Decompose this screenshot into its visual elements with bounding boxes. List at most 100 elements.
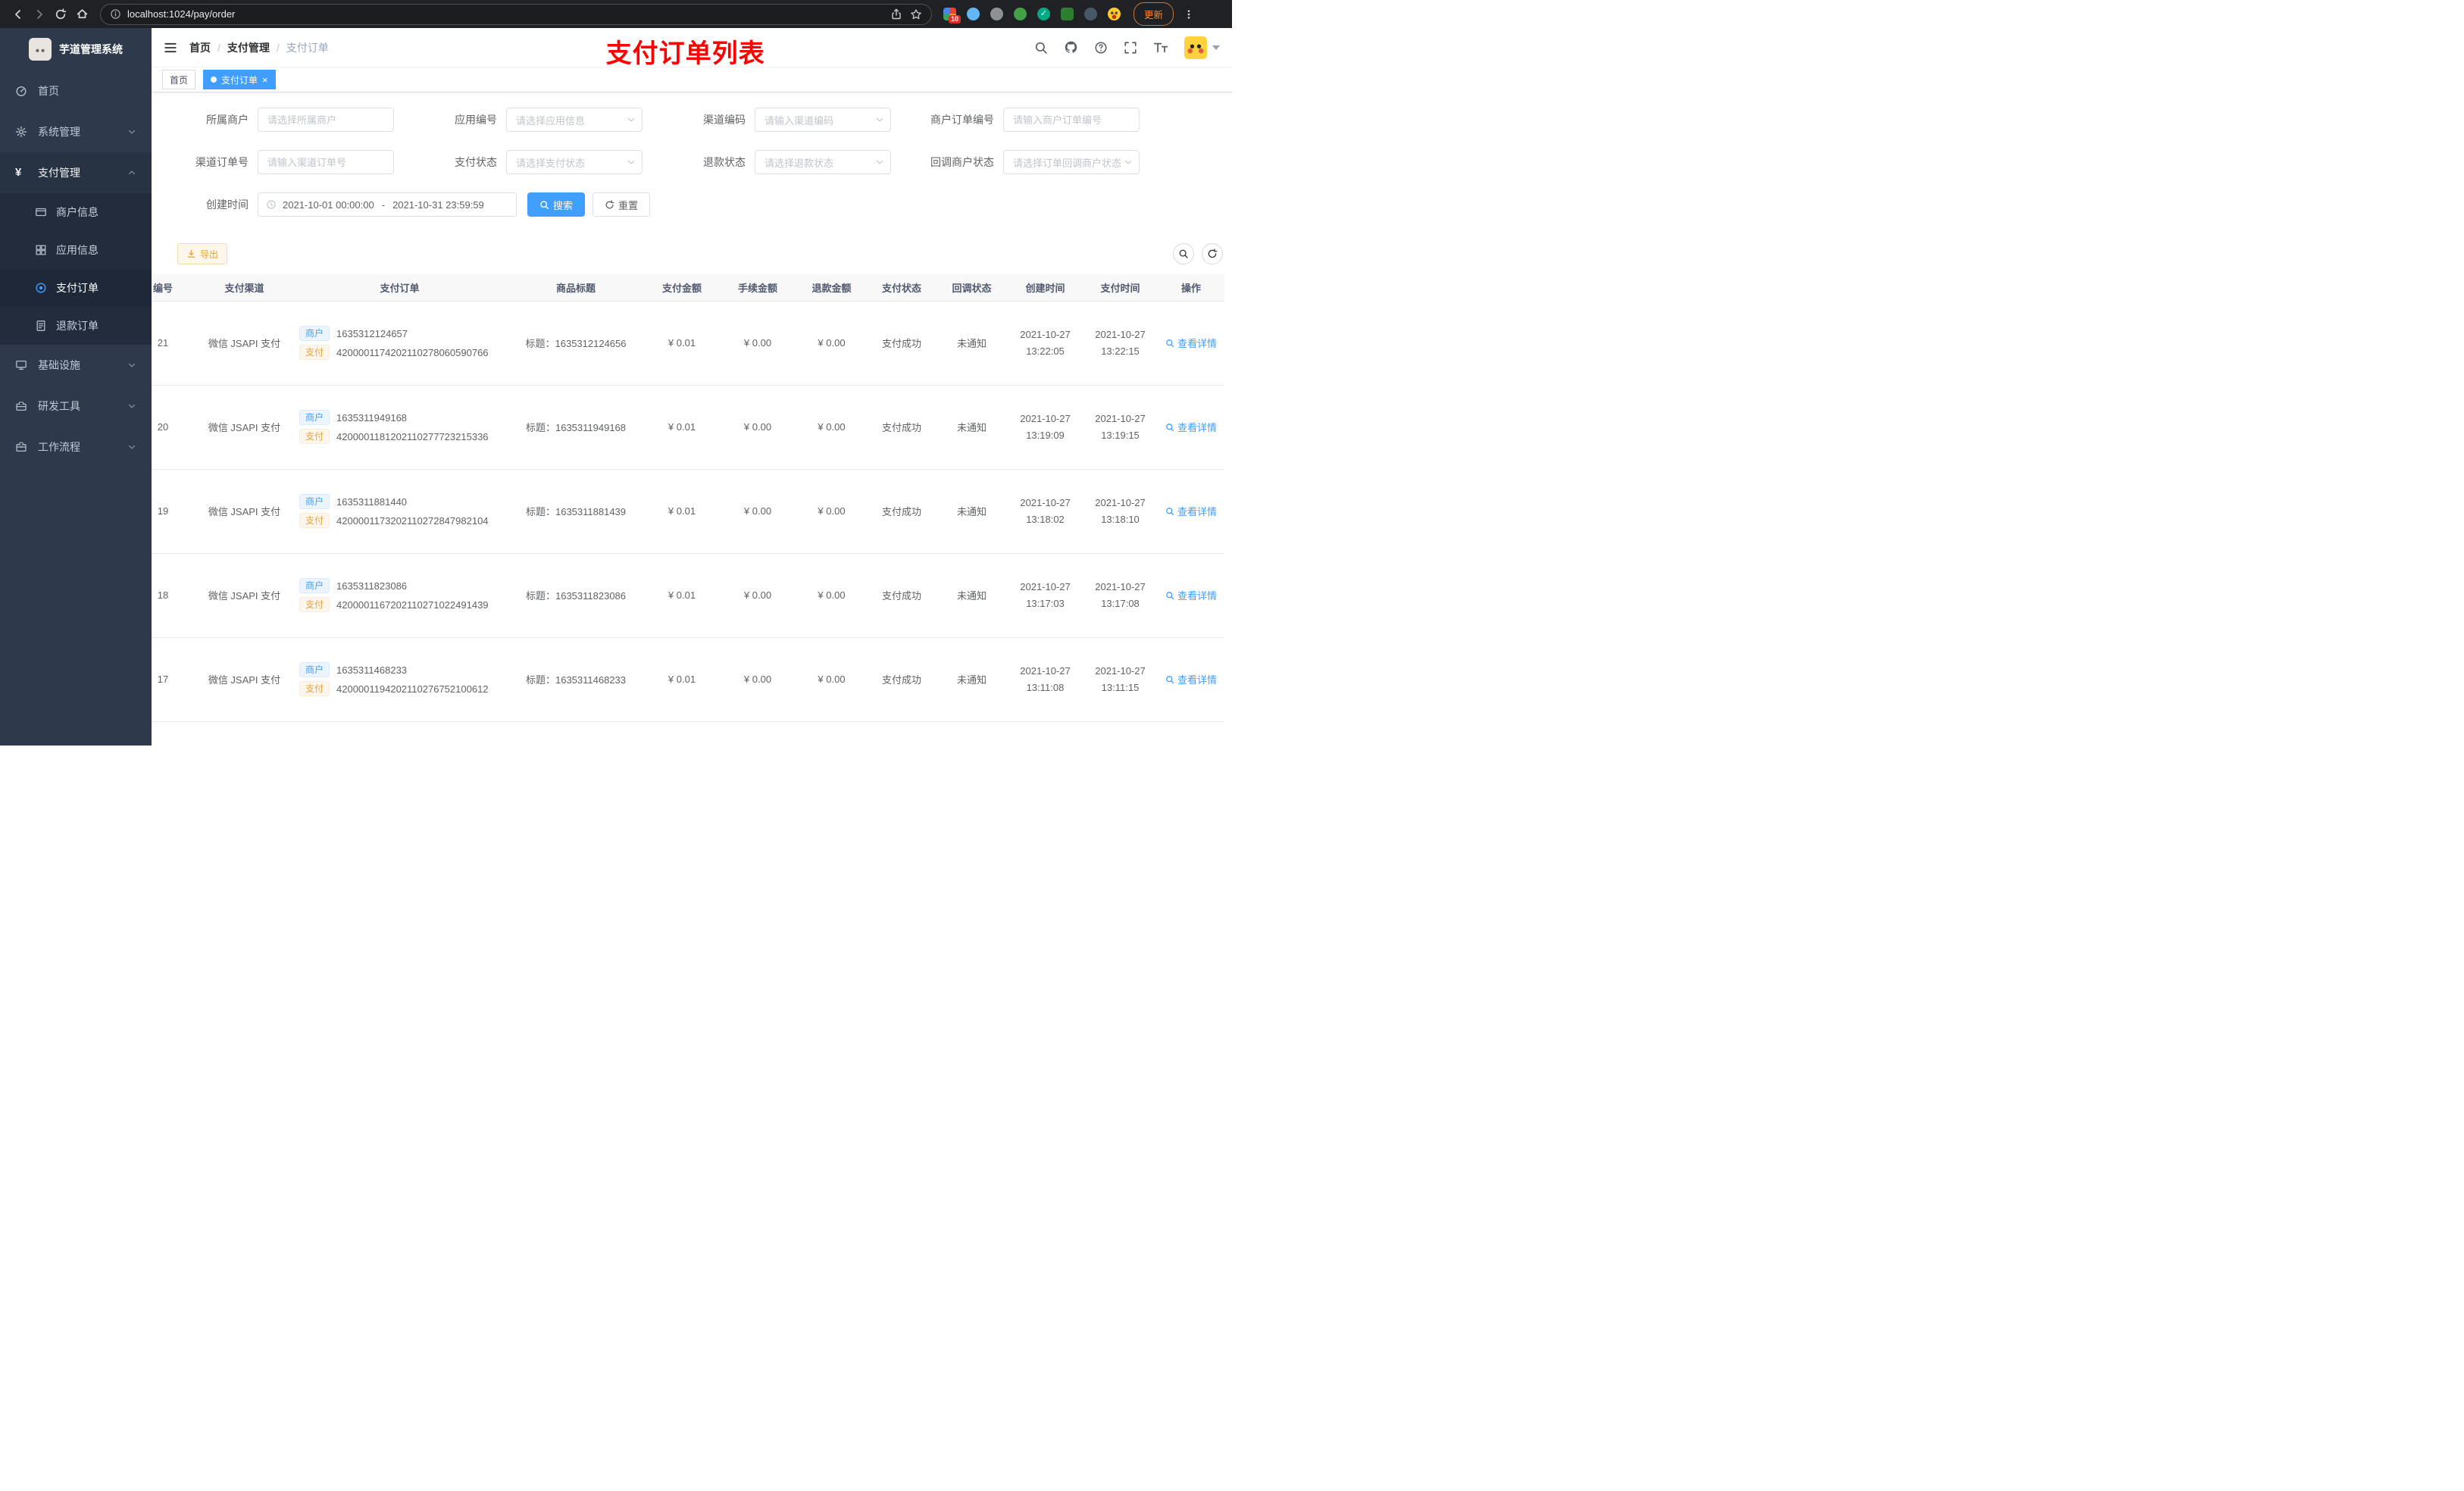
table-row: 16 商户 1635311375786 支付 标题： 查看详情 (152, 721, 1224, 746)
breadcrumb-payment[interactable]: 支付管理 (227, 40, 270, 55)
table-row: 17 微信 JSAPI 支付 商户 1635311468233 支付 42000… (152, 637, 1224, 722)
sidebar-toggle-icon[interactable] (152, 41, 189, 55)
ext-colorful-icon[interactable]: 10 (943, 8, 961, 23)
sidebar-item-home[interactable]: 首页 (0, 70, 152, 111)
reload-icon[interactable] (50, 4, 71, 25)
merchant-order-no: 1635311881440 (336, 495, 408, 508)
tab-home[interactable]: 首页 (162, 70, 196, 89)
select-placeholder: 请选择支付状态 (516, 157, 586, 169)
forward-icon[interactable] (29, 4, 50, 25)
view-detail-link[interactable]: 查看详情 (1165, 504, 1217, 518)
view-detail-link[interactable]: 查看详情 (1165, 336, 1217, 350)
pay-status-label: 支付状态 (455, 156, 497, 168)
create-time: 2021-10-27 13:22:05 (1008, 301, 1083, 386)
col-status: 支付状态 (868, 274, 936, 302)
pay-badge: 支付 (299, 345, 330, 360)
channel-order-no-input[interactable] (258, 150, 394, 174)
chevron-down-icon (875, 158, 884, 167)
breadcrumb-home[interactable]: 首页 (189, 40, 211, 55)
view-detail-link[interactable]: 查看详情 (1165, 672, 1217, 686)
sidebar-item-label: 基础设施 (38, 359, 80, 371)
search-form: 所属商户 应用编号 请选择应用信息 渠道编码 请输入渠道编码 (152, 92, 1232, 235)
view-detail-label: 查看详情 (1177, 338, 1217, 349)
col-fee: 手续金额 (720, 274, 796, 302)
create-time-range-picker[interactable]: 2021-10-01 00:00:00 - 2021-10-31 23:59:5… (258, 192, 517, 217)
title-value: 1635311823086 (555, 590, 627, 602)
reset-button[interactable]: 重置 (593, 192, 651, 217)
bookmark-star-icon[interactable] (910, 8, 922, 20)
browser-menu-icon[interactable] (1178, 4, 1199, 25)
notify-status (936, 721, 1008, 746)
ext-blue-icon[interactable] (967, 8, 980, 20)
col-pay-order: 支付订单 (292, 274, 508, 302)
pay-order-cell: 商户 1635311823086 支付 42000011672021102710… (292, 553, 508, 638)
pay-amount: ¥ 0.01 (644, 637, 720, 722)
view-detail-link[interactable]: 查看详情 (1165, 420, 1217, 434)
export-button[interactable]: 导出 (177, 243, 228, 264)
col-notify: 回调状态 (936, 274, 1008, 302)
app-logo[interactable]: 芋道管理系统 (0, 28, 152, 70)
create-time-label: 创建时间 (206, 198, 249, 211)
ext-green-icon[interactable] (1014, 8, 1027, 20)
refund-amount: ¥ 0.00 (796, 301, 868, 386)
merchant-input[interactable] (258, 108, 394, 132)
share-icon[interactable] (890, 8, 902, 20)
title-prefix: 标题： (525, 422, 555, 433)
pay-order-no: 4200001181202110277723215336 (336, 430, 489, 442)
title-value: 1635311949168 (555, 422, 627, 433)
font-size-icon[interactable] (1153, 41, 1168, 55)
sidebar-item-system[interactable]: 系统管理 (0, 111, 152, 152)
ext-dark-icon[interactable] (1084, 8, 1097, 20)
close-icon[interactable]: × (262, 75, 268, 85)
ext-badge: 10 (948, 15, 961, 23)
order-id: 19 (152, 469, 197, 554)
action-cell: 查看详情 (1158, 469, 1224, 554)
view-detail-link[interactable]: 查看详情 (1165, 588, 1217, 602)
url-text[interactable]: localhost:1024/pay/order (127, 8, 883, 20)
sidebar-item-label: 退款订单 (56, 320, 98, 332)
search-button-label: 搜索 (553, 199, 574, 211)
sidebar-menu: 首页 系统管理 ¥ 支付管理 商户信息 应用信息 支付订单 退款订单 基础设施 … (0, 70, 152, 467)
sidebar-item-app-info[interactable]: 应用信息 (0, 231, 152, 269)
back-icon[interactable] (8, 4, 29, 25)
date-start[interactable]: 2021-10-01 00:00:00 (283, 199, 374, 211)
sidebar-item-pay-order[interactable]: 支付订单 (0, 269, 152, 307)
sidebar-item-merchant-info[interactable]: 商户信息 (0, 193, 152, 231)
callback-status-select[interactable]: 请选择订单回调商户状态 (1003, 150, 1140, 174)
col-refund: 退款金额 (796, 274, 868, 302)
ext-chat-icon[interactable] (1061, 8, 1074, 20)
fullscreen-icon[interactable] (1124, 41, 1137, 55)
sidebar-item-payment[interactable]: ¥ 支付管理 (0, 152, 152, 193)
search-icon[interactable] (1034, 41, 1048, 55)
home-icon[interactable] (71, 4, 92, 25)
refund-status-select[interactable]: 请选择退款状态 (755, 150, 891, 174)
merchant-order-no-input[interactable] (1003, 108, 1140, 132)
sidebar-item-devtools[interactable]: 研发工具 (0, 386, 152, 427)
pay-order-no: 4200001167202110271022491439 (336, 599, 489, 611)
user-menu[interactable] (1184, 36, 1220, 59)
title-prefix: 标题： (525, 506, 555, 517)
sidebar-item-infra[interactable]: 基础设施 (0, 345, 152, 386)
app-select[interactable]: 请选择应用信息 (506, 108, 643, 132)
sidebar-item-workflow[interactable]: 工作流程 (0, 427, 152, 467)
ext-smiley-icon[interactable] (1108, 8, 1121, 20)
channel-code-select[interactable]: 请输入渠道编码 (755, 108, 891, 132)
address-bar[interactable]: localhost:1024/pay/order (100, 3, 932, 25)
help-icon[interactable] (1094, 41, 1108, 55)
github-icon[interactable] (1064, 40, 1078, 55)
sidebar-item-label: 研发工具 (38, 400, 80, 412)
date-end[interactable]: 2021-10-31 23:59:59 (392, 199, 484, 211)
ext-gray-icon[interactable] (990, 8, 1003, 20)
browser-update-button[interactable]: 更新 (1134, 2, 1174, 26)
chevron-up-icon (127, 168, 136, 177)
ext-check-icon[interactable]: ✓ (1037, 8, 1050, 20)
merchant-badge: 商户 (299, 410, 330, 425)
site-info-icon[interactable] (110, 8, 121, 20)
pay-channel: 微信 JSAPI 支付 (197, 637, 292, 722)
pay-status-select[interactable]: 请选择支付状态 (506, 150, 643, 174)
toggle-search-button[interactable] (1173, 243, 1194, 264)
sidebar-item-refund-order[interactable]: 退款订单 (0, 307, 152, 345)
refresh-table-button[interactable] (1202, 243, 1223, 264)
search-button[interactable]: 搜索 (527, 192, 586, 217)
tab-pay-order[interactable]: 支付订单 × (203, 70, 276, 89)
